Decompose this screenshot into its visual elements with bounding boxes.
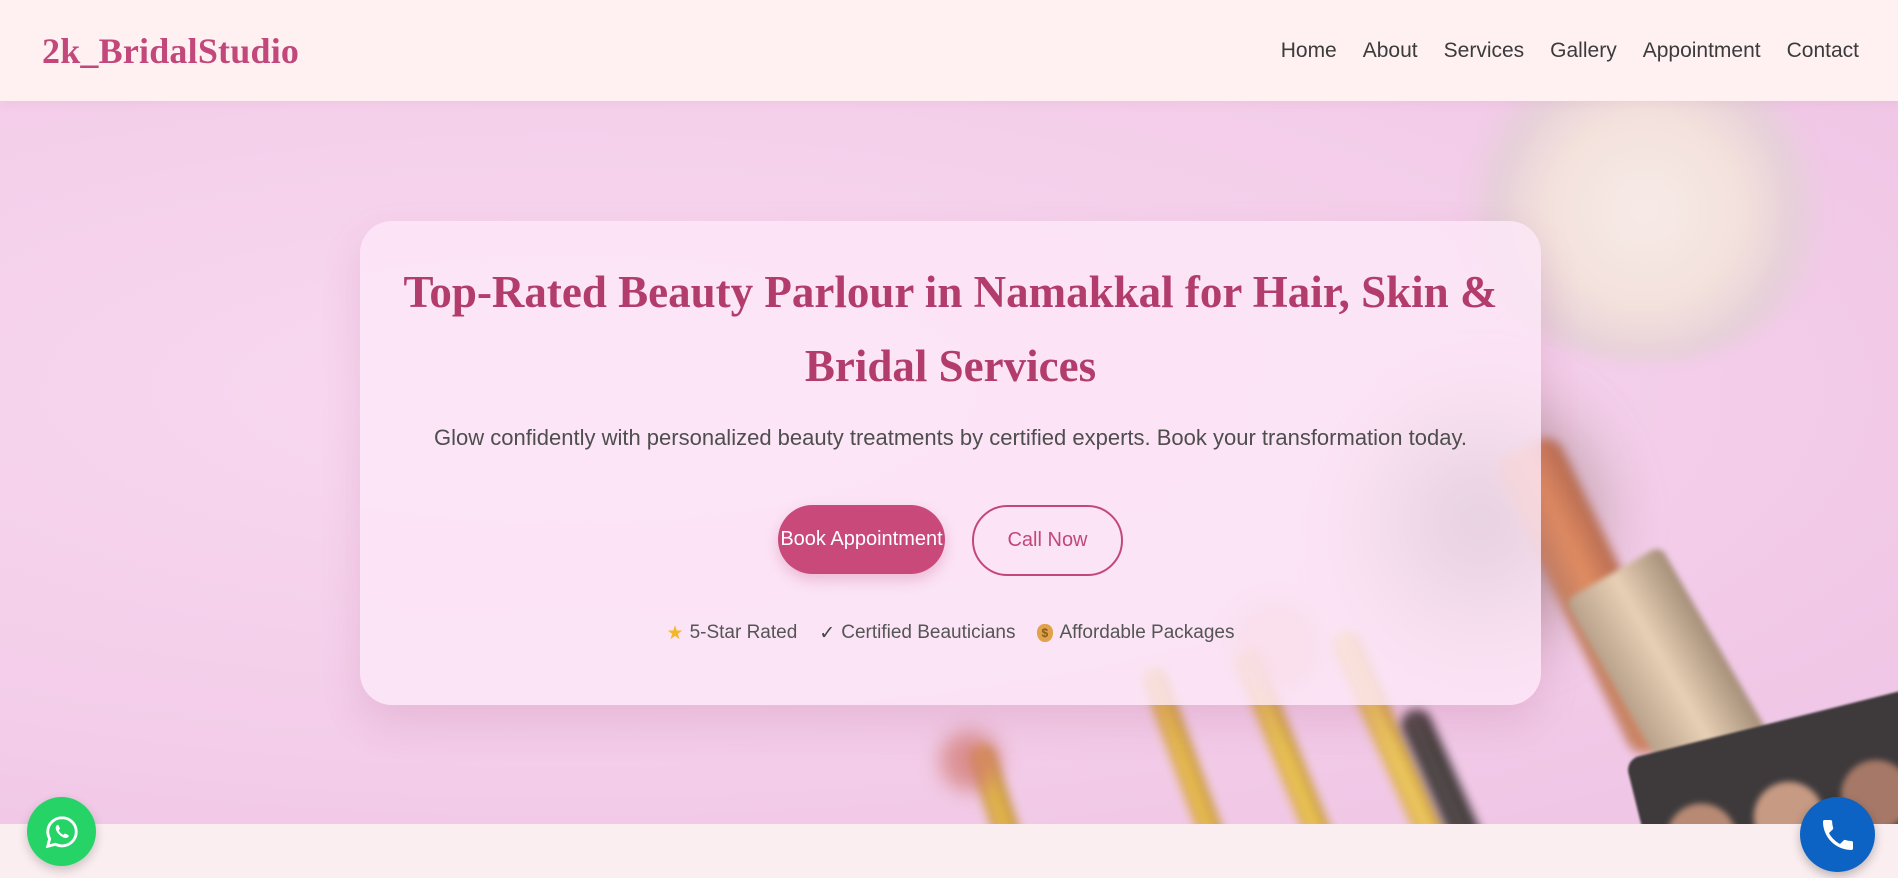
phone-icon [1822,819,1853,850]
badge-rating: ★ 5-Star Rated [667,622,798,644]
whatsapp-icon [45,815,78,848]
hero-title: Top-Rated Beauty Parlour in Namakkal for… [403,267,1498,391]
nav-home[interactable]: Home [1281,39,1337,63]
hero-card: Top-Rated Beauty Parlour in Namakkal for… [360,221,1541,705]
hero-background-brush-tip [940,731,1000,791]
badge-certified: ✓ Certified Beauticians [819,622,1015,644]
brand-logo[interactable]: 2k_BridalStudio [42,30,299,72]
whatsapp-button[interactable] [27,797,96,866]
nav-services[interactable]: Services [1444,39,1525,63]
nav-contact[interactable]: Contact [1787,39,1859,63]
book-appointment-button[interactable]: Book Appointment [778,505,945,574]
nav-gallery[interactable]: Gallery [1550,39,1617,63]
site-header: 2k_BridalStudio Home About Services Gall… [0,0,1898,101]
money-bag-icon [1037,624,1054,642]
nav-appointment[interactable]: Appointment [1643,39,1761,63]
nav-about[interactable]: About [1363,39,1418,63]
badge-label: 5-Star Rated [689,622,798,643]
call-now-button[interactable]: Call Now [972,505,1123,576]
badge-label: Certified Beauticians [841,622,1016,643]
hero-subtitle: Glow confidently with personalized beaut… [434,425,1467,450]
main-nav: Home About Services Gallery Appointment … [1281,39,1859,63]
star-icon: ★ [666,622,684,644]
trust-badges: ★ 5-Star Rated ✓ Certified Beauticians A… [360,622,1541,644]
badge-affordable: Affordable Packages [1037,622,1234,644]
badge-label: Affordable Packages [1059,622,1235,643]
hero-cta-group: Book Appointment Call Now [360,505,1541,576]
check-icon: ✓ [819,622,836,644]
call-button[interactable] [1800,797,1875,872]
